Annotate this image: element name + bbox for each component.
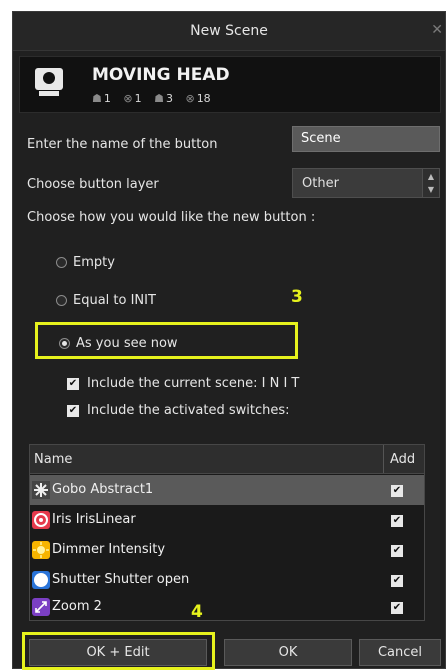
table-row[interactable]: Dimmer Intensity ✔	[30, 535, 424, 565]
include-scene-label: Include the current scene: I N I T	[87, 376, 300, 391]
layer-label: Choose button layer	[27, 177, 159, 192]
ok-button[interactable]: OK	[224, 639, 352, 666]
fixture-target-icon: ⊗	[185, 92, 195, 105]
add-checkbox[interactable]: ✔	[391, 545, 403, 557]
gobo-icon	[32, 481, 50, 499]
radio-equal-init-label: Equal to INIT	[73, 293, 156, 308]
checkmark-icon: ✔	[67, 404, 79, 417]
radio-as-you-see[interactable]: As you see now	[59, 336, 178, 351]
new-scene-dialog: New Scene ✕ MOVING HEAD ☗ 1 ⊗ 1 ☗ 3 ⊗ 18 Ent…	[12, 11, 446, 670]
include-switches-checkbox[interactable]: ✔ Include the activated switches:	[67, 403, 290, 418]
how-label: Choose how you would like the new button…	[27, 210, 316, 225]
zoom-icon	[32, 598, 50, 616]
column-divider	[383, 445, 384, 473]
fixture-stats: ☗ 1 ⊗ 1 ☗ 3 ⊗ 18	[92, 92, 220, 105]
include-switches-label: Include the activated switches:	[87, 403, 290, 418]
radio-equal-init[interactable]: Equal to INIT	[56, 293, 156, 308]
column-name-header[interactable]: Name	[34, 452, 72, 467]
add-checkbox[interactable]: ✔	[391, 602, 403, 614]
select-arrows-icon: ▲ ▼	[422, 169, 439, 197]
annotation-4: 4	[191, 602, 203, 622]
shutter-icon	[32, 571, 50, 589]
row-name: Dimmer Intensity	[52, 542, 166, 557]
table-row[interactable]: Shutter Shutter open ✔	[30, 565, 424, 595]
radio-empty[interactable]: Empty	[56, 255, 115, 270]
radio-indicator	[59, 338, 70, 349]
stat-value: 3	[165, 92, 173, 105]
radio-indicator	[56, 295, 67, 306]
column-add-header[interactable]: Add	[390, 452, 415, 467]
stat-value: 1	[103, 92, 111, 105]
moving-head-icon: ☗	[92, 92, 102, 105]
table-header: Name Add	[30, 445, 424, 474]
dialog-title: New Scene	[190, 23, 268, 39]
fixture-target-icon: ⊗	[123, 92, 133, 105]
table-row[interactable]: Gobo Abstract1 ✔	[30, 475, 424, 505]
radio-empty-label: Empty	[73, 255, 115, 270]
ok-edit-button[interactable]: OK + Edit	[29, 639, 207, 666]
layer-select[interactable]: Other ▲ ▼	[292, 168, 440, 198]
annotation-3: 3	[291, 287, 303, 307]
add-checkbox[interactable]: ✔	[391, 485, 403, 497]
radio-indicator	[56, 257, 67, 268]
switches-table: Name Add Gobo Abstract1 ✔ Iris IrisLinea…	[29, 444, 425, 621]
row-name: Zoom 2	[52, 599, 102, 614]
table-row[interactable]: Zoom 2 ✔	[30, 592, 424, 622]
iris-icon	[32, 511, 50, 529]
row-name: Shutter Shutter open	[52, 572, 190, 587]
checkmark-icon: ✔	[67, 377, 79, 390]
name-label: Enter the name of the button	[27, 137, 218, 152]
fixture-info-panel: MOVING HEAD ☗ 1 ⊗ 1 ☗ 3 ⊗ 18	[19, 56, 441, 113]
layer-select-value: Other	[302, 176, 339, 191]
row-name: Iris IrisLinear	[52, 512, 136, 527]
cancel-button[interactable]: Cancel	[359, 639, 441, 666]
close-icon[interactable]: ✕	[431, 22, 443, 38]
add-checkbox[interactable]: ✔	[391, 575, 403, 587]
moving-head-icon	[34, 67, 64, 101]
fixture-name: MOVING HEAD	[92, 65, 230, 85]
row-name: Gobo Abstract1	[52, 482, 154, 497]
stat-value: 18	[196, 92, 211, 105]
title-bar: New Scene ✕	[13, 12, 445, 51]
dimmer-icon	[32, 541, 50, 559]
table-row[interactable]: Iris IrisLinear ✔	[30, 505, 424, 535]
include-scene-checkbox[interactable]: ✔ Include the current scene: I N I T	[67, 376, 299, 391]
radio-as-you-see-label: As you see now	[76, 336, 178, 351]
button-name-input[interactable]: Scene	[292, 126, 440, 152]
add-checkbox[interactable]: ✔	[391, 515, 403, 527]
stat-value: 1	[134, 92, 142, 105]
moving-head-icon: ☗	[154, 92, 164, 105]
